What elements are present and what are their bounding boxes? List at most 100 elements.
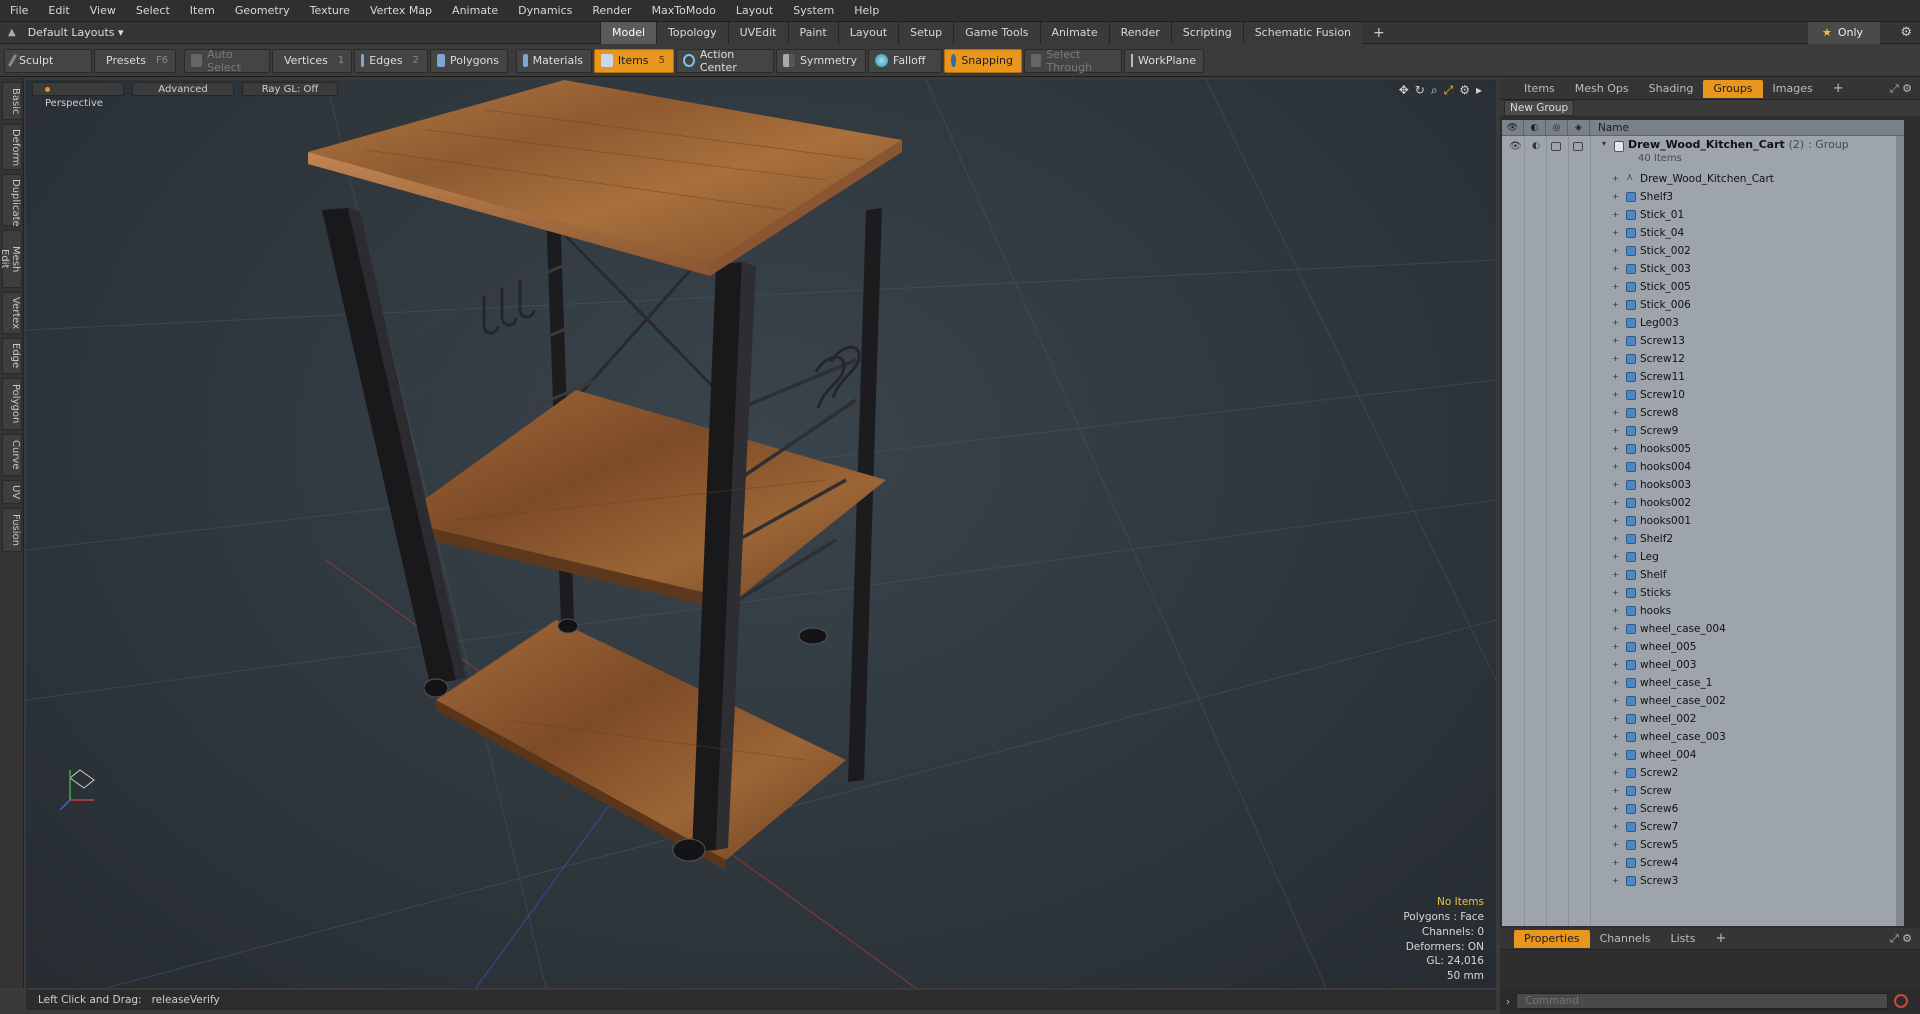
expand-icon[interactable]: +: [1612, 602, 1619, 620]
expand-icon[interactable]: +: [1612, 278, 1619, 296]
panel-expand-icon[interactable]: ⤢ ⚙: [1890, 82, 1912, 96]
left-tab-basic[interactable]: Basic: [2, 82, 22, 120]
list-item[interactable]: + hooks005: [1502, 440, 1904, 458]
list-scrollbar[interactable]: [1896, 136, 1904, 926]
polygons-button[interactable]: Polygons: [430, 48, 508, 73]
viewport-gear-icon[interactable]: ⚙: [1459, 83, 1470, 98]
expand-icon[interactable]: +: [1612, 818, 1619, 836]
expand-icon[interactable]: +: [1612, 620, 1619, 638]
panel-tab-shading[interactable]: Shading: [1639, 80, 1704, 98]
expand-icon[interactable]: +: [1612, 170, 1619, 188]
list-item[interactable]: + wheel_case_002: [1502, 692, 1904, 710]
new-group-button[interactable]: New Group: [1504, 100, 1575, 116]
expand-icon[interactable]: +: [1612, 692, 1619, 710]
vertices-button[interactable]: Vertices 1: [272, 48, 352, 73]
panel-tab-images[interactable]: Images: [1763, 80, 1823, 98]
bottom-panel-expand-icon[interactable]: ⤢ ⚙: [1890, 932, 1912, 946]
menu-system[interactable]: System: [783, 0, 844, 22]
collapse-triangle-icon[interactable]: ▾: [1602, 139, 1606, 148]
list-item[interactable]: + Screw4: [1502, 854, 1904, 872]
name-column-header[interactable]: Name: [1590, 122, 1629, 134]
menu-vertex-map[interactable]: Vertex Map: [360, 0, 442, 22]
left-tab-vertex[interactable]: Vertex: [2, 292, 22, 334]
tab-uvedit[interactable]: UVEdit: [727, 21, 788, 44]
list-item[interactable]: + Screw3: [1502, 872, 1904, 890]
gear-icon[interactable]: ⚙: [1900, 22, 1912, 44]
list-item[interactable]: + Stick_006: [1502, 296, 1904, 314]
list-item[interactable]: + Shelf3: [1502, 188, 1904, 206]
expand-icon[interactable]: +: [1612, 872, 1619, 890]
materials-button[interactable]: Materials: [516, 48, 592, 73]
list-item[interactable]: + Screw2: [1502, 764, 1904, 782]
layout-dropdown[interactable]: ▲ Default Layouts ▾: [0, 26, 600, 39]
left-tab-polygon[interactable]: Polygon: [2, 378, 22, 430]
list-item[interactable]: + wheel_002: [1502, 710, 1904, 728]
fit-icon[interactable]: ⤢: [1444, 83, 1454, 98]
only-toggle[interactable]: ★ Only: [1808, 22, 1880, 44]
symmetry-button[interactable]: Symmetry: [776, 48, 866, 73]
list-item[interactable]: + wheel_004: [1502, 746, 1904, 764]
expand-icon[interactable]: +: [1612, 188, 1619, 206]
group-row[interactable]: 👁 ◐ ▾ Drew_Wood_Kitchen_Cart (2) : Group…: [1502, 138, 1904, 168]
list-item[interactable]: + Leg003: [1502, 314, 1904, 332]
list-item[interactable]: + hooks003: [1502, 476, 1904, 494]
move-view-icon[interactable]: ✥: [1399, 83, 1409, 98]
menu-texture[interactable]: Texture: [300, 0, 360, 22]
panel-tab-mesh-ops[interactable]: Mesh Ops: [1565, 80, 1639, 98]
zoom-icon[interactable]: ⌕: [1431, 83, 1438, 98]
auto-select-button[interactable]: Auto Select: [184, 48, 270, 74]
expand-icon[interactable]: +: [1612, 836, 1619, 854]
expand-icon[interactable]: +: [1612, 476, 1619, 494]
list-item[interactable]: + wheel_003: [1502, 656, 1904, 674]
menu-help[interactable]: Help: [844, 0, 889, 22]
expand-icon[interactable]: +: [1612, 710, 1619, 728]
select-col-icon[interactable]: ◈: [1568, 120, 1590, 136]
tab-setup[interactable]: Setup: [898, 21, 954, 44]
sculpt-button[interactable]: Sculpt: [4, 48, 92, 73]
expand-icon[interactable]: +: [1612, 224, 1619, 242]
tab-layout[interactable]: Layout: [837, 21, 899, 44]
expand-icon[interactable]: +: [1612, 728, 1619, 746]
advanced-dropdown[interactable]: Advanced: [132, 82, 234, 96]
expand-icon[interactable]: +: [1612, 656, 1619, 674]
list-item[interactable]: + Screw5: [1502, 836, 1904, 854]
viewport-expand-icon[interactable]: ▸: [1476, 83, 1482, 98]
expand-icon[interactable]: +: [1612, 350, 1619, 368]
list-item[interactable]: + Screw8: [1502, 404, 1904, 422]
tab-render[interactable]: Render: [1108, 21, 1171, 44]
list-item[interactable]: + Screw13: [1502, 332, 1904, 350]
list-item[interactable]: + Screw10: [1502, 386, 1904, 404]
list-item[interactable]: + Leg: [1502, 548, 1904, 566]
expand-icon[interactable]: +: [1612, 530, 1619, 548]
bottom-tab-channels[interactable]: Channels: [1590, 930, 1661, 948]
expand-icon[interactable]: +: [1612, 206, 1619, 224]
list-item[interactable]: + hooks004: [1502, 458, 1904, 476]
list-item[interactable]: + Shelf2: [1502, 530, 1904, 548]
expand-icon[interactable]: +: [1612, 674, 1619, 692]
expand-icon[interactable]: +: [1612, 584, 1619, 602]
collapse-up-icon[interactable]: ▲: [8, 27, 16, 38]
select-checkbox[interactable]: [1573, 142, 1583, 151]
stop-icon[interactable]: [1894, 994, 1908, 1008]
left-tab-curve[interactable]: Curve: [2, 434, 22, 476]
presets-button[interactable]: Presets F6: [94, 48, 176, 73]
list-item[interactable]: + Drew_Wood_Kitchen_Cart: [1502, 169, 1904, 188]
expand-icon[interactable]: +: [1612, 332, 1619, 350]
menu-animate[interactable]: Animate: [442, 0, 508, 22]
expand-icon[interactable]: +: [1612, 638, 1619, 656]
menu-dynamics[interactable]: Dynamics: [508, 0, 582, 22]
menu-view[interactable]: View: [80, 0, 126, 22]
list-item[interactable]: + Stick_002: [1502, 242, 1904, 260]
tab-model[interactable]: Model: [600, 21, 657, 44]
lock-checkbox[interactable]: [1551, 142, 1561, 151]
expand-icon[interactable]: +: [1612, 242, 1619, 260]
rotate-view-icon[interactable]: ↻: [1415, 83, 1425, 98]
snapping-button[interactable]: Snapping: [944, 48, 1022, 73]
workplane-button[interactable]: WorkPlane: [1124, 48, 1204, 73]
edges-button[interactable]: Edges 2: [354, 48, 428, 73]
left-tab-mesh-edit[interactable]: Mesh Edit: [0, 230, 22, 288]
panel-tab-groups[interactable]: Groups: [1703, 79, 1763, 98]
list-item[interactable]: + Screw9: [1502, 422, 1904, 440]
list-item[interactable]: + Screw: [1502, 782, 1904, 800]
list-item[interactable]: + Stick_04: [1502, 224, 1904, 242]
